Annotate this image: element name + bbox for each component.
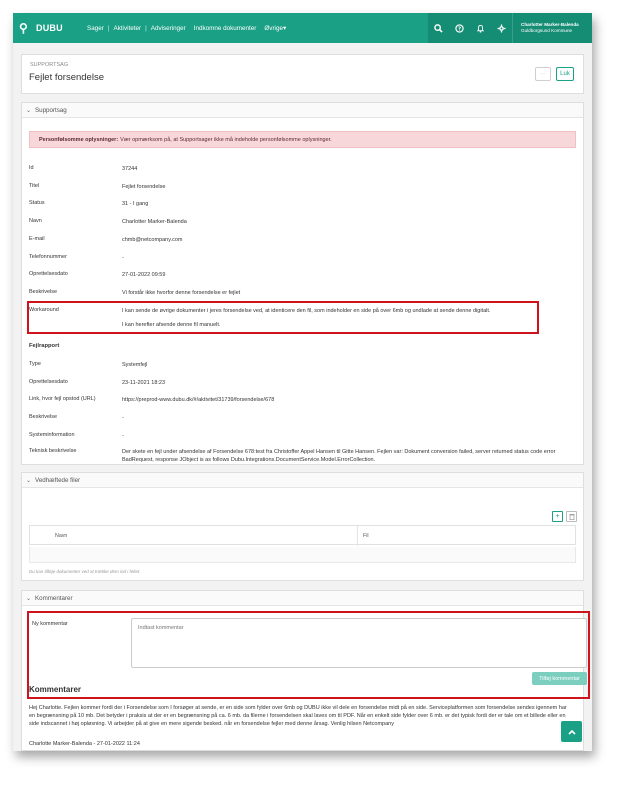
comments-panel-title: Kommentarer — [35, 594, 73, 602]
field-value: 37244 — [122, 166, 138, 172]
table-header: Navn Fil — [30, 526, 575, 546]
breadcrumb[interactable]: SUPPORTSAG — [30, 62, 68, 68]
fejlrapport-title: Fejlrapport — [29, 343, 60, 349]
delete-file-button[interactable] — [566, 511, 577, 522]
user-menu[interactable]: Charlotter Marker-Balenda Guldborgsund K… — [512, 13, 592, 43]
field-label: Type — [29, 361, 41, 367]
top-navbar: ⚲ DUBU Sager Aktiviteter Adviseringer In… — [13, 13, 592, 43]
more-button[interactable]: ··· — [535, 67, 551, 81]
workaround-label: Workaround — [29, 307, 59, 313]
field-label: Telefonnummer — [29, 254, 67, 260]
nav-divider — [145, 25, 147, 32]
help-icon[interactable]: ? — [449, 13, 470, 43]
add-file-button[interactable]: + — [552, 511, 563, 522]
attachments-panel-header[interactable]: ⌄ Vedhæftede filer — [22, 473, 583, 488]
close-button[interactable]: Luk — [556, 67, 574, 81]
field-label: Navn — [29, 218, 42, 224]
comments-panel-header[interactable]: ⌄ Kommentarer — [22, 591, 583, 606]
comments-panel: ⌄ Kommentarer Ny kommentar Tilføj kommen… — [21, 590, 590, 751]
search-icon[interactable] — [428, 13, 449, 43]
field-value: Fejlet forsendelse — [122, 184, 166, 190]
add-comment-button[interactable]: Tilføj kommentar — [532, 672, 587, 685]
main-nav: Sager Aktiviteter Adviseringer Indkomne … — [83, 25, 428, 32]
support-panel-header[interactable]: ⌄ Supportsag — [22, 103, 583, 118]
page-header: SUPPORTSAG Fejlet forsendelse ··· Luk — [21, 54, 584, 94]
field-value: Charlotter Marker-Balenda — [122, 219, 187, 225]
field-label: Oprettelsesdato — [29, 271, 68, 277]
chevron-down-icon: ⌄ — [26, 107, 32, 114]
bell-icon[interactable] — [470, 13, 491, 43]
attachments-table: Navn Fil — [29, 525, 576, 546]
chevron-up-icon — [567, 729, 576, 735]
col-header-name[interactable]: Navn — [55, 533, 67, 539]
field-value: 27-01-2022 09:59 — [122, 272, 166, 278]
nav-sager[interactable]: Sager — [83, 25, 108, 32]
logo[interactable]: ⚲ DUBU — [13, 21, 83, 35]
field-label: Teknisk beskrivelse — [29, 448, 77, 454]
field-value: 23-11-2021 18:23 — [122, 380, 166, 386]
field-label: Titel — [29, 183, 40, 189]
app-window: ⚲ DUBU Sager Aktiviteter Adviseringer In… — [13, 13, 592, 751]
chevron-down-icon: ⌄ — [26, 595, 32, 602]
drop-hint: Du kan tilføje dokumenter ved at trække … — [29, 569, 141, 574]
comment-input[interactable] — [131, 618, 587, 668]
url-link[interactable]: https://preprod-www.dubu.dk/#/aktivitet/… — [122, 396, 572, 404]
nav-aktiviteter[interactable]: Aktiviteter — [109, 25, 145, 32]
attachments-panel-title: Vedhæftede filer — [35, 476, 81, 484]
comment-text: Hej Charlotte. Fejlen kommer fordi der i… — [29, 705, 567, 728]
chevron-down-icon: ▾ — [282, 24, 287, 32]
logo-text: DUBU — [36, 23, 63, 33]
field-value: chmb@netcompany.com — [122, 237, 183, 243]
chevron-down-icon: ⌄ — [26, 477, 32, 484]
comments-list-title: Kommentarer — [29, 685, 82, 694]
attachments-panel: ⌄ Vedhæftede filer + Navn Fil Du kan til… — [21, 472, 584, 581]
nav-divider — [108, 25, 110, 32]
field-label: Id — [29, 165, 34, 171]
trash-icon — [569, 514, 574, 520]
sensitive-info-alert: Personfølsomme oplysninger: Vær opmærkso… — [29, 131, 576, 148]
nav-indkomne-dokumenter[interactable]: Indkomne dokumenter — [190, 25, 261, 32]
alert-text: Vær opmærksom på, at Supportsager ikke m… — [120, 136, 332, 143]
toolbar-icons: ? — [428, 13, 512, 43]
field-label: Systeminformation — [29, 432, 75, 438]
support-panel: ⌄ Supportsag Personfølsomme oplysninger:… — [21, 102, 584, 465]
field-label: Link, hvor fejl opstod (URL) — [29, 396, 96, 402]
field-value: Der skete en fejl under afsendelse af Fo… — [122, 449, 556, 463]
page-title: Fejlet forsendelse — [29, 72, 104, 83]
field-value: Systemfejl — [122, 362, 148, 368]
field-value: - — [122, 415, 124, 421]
comment-meta: Charlotte Marker-Balenda - 27-01-2022 11… — [29, 741, 140, 747]
nav-ovrige[interactable]: Øvrige▾ — [260, 25, 290, 32]
field-value: Vi forstår ikke hvorfor denne forsendels… — [122, 290, 241, 296]
field-value: - — [122, 433, 124, 439]
col-header-file[interactable]: Fil — [363, 533, 369, 539]
svg-text:?: ? — [458, 26, 461, 32]
field-label: Beskrivelse — [29, 414, 58, 420]
field-label: Oprettelsesdato — [29, 379, 68, 385]
field-value: 31 - I gang — [122, 201, 149, 207]
workaround-line2: I kan herefter afsende denne fil manuelt… — [122, 322, 221, 328]
scroll-to-top-button[interactable] — [561, 721, 582, 742]
field-label: E-mail — [29, 236, 45, 242]
user-org: Guldborgsund Kommune — [521, 28, 573, 33]
file-drop-zone[interactable] — [29, 547, 576, 563]
logo-icon: ⚲ — [19, 21, 28, 35]
nav-ovrige-label: Øvrige — [264, 24, 283, 32]
field-value: - — [122, 255, 124, 261]
gear-icon[interactable] — [491, 13, 512, 43]
workaround-highlight — [27, 301, 539, 334]
new-comment-label: Ny kommentar — [32, 621, 68, 627]
support-panel-title: Supportsag — [35, 106, 67, 114]
alert-bold: Personfølsomme oplysninger: — [39, 136, 119, 143]
workaround-line1: I kan sende de øvrige dokumenter i jeres… — [122, 308, 491, 314]
field-label: Status — [29, 200, 45, 206]
field-label: Beskrivelse — [29, 289, 58, 295]
nav-adviseringer[interactable]: Adviseringer — [147, 25, 190, 32]
